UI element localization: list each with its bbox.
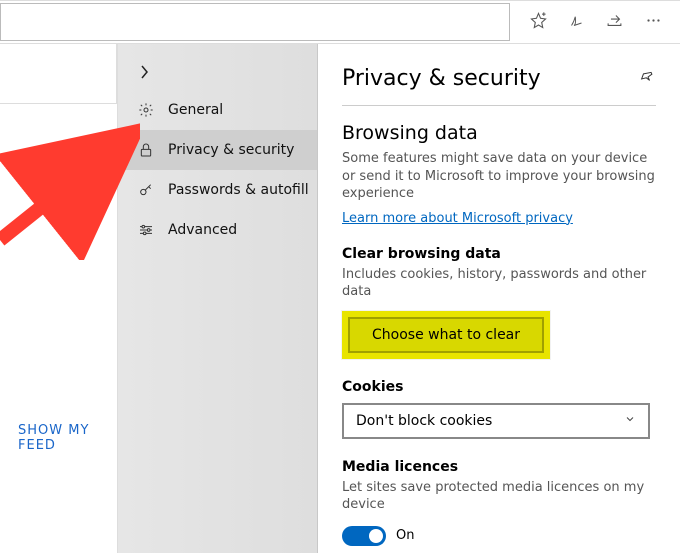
address-bar[interactable] [0, 3, 510, 41]
settings-sidebar: General Privacy & security Passwords & a… [118, 44, 318, 553]
key-icon [138, 182, 154, 198]
clear-browsing-description: Includes cookies, history, passwords and… [342, 266, 656, 301]
cookies-heading: Cookies [342, 379, 656, 395]
sidebar-item-label: General [168, 102, 223, 118]
chevron-down-icon [624, 413, 636, 428]
media-licences-heading: Media licences [342, 459, 656, 475]
privacy-learn-more-link[interactable]: Learn more about Microsoft privacy [342, 211, 573, 226]
lock-icon [138, 142, 154, 158]
page-title: Privacy & security [342, 66, 541, 91]
section-heading: Browsing data [342, 122, 656, 144]
favorites-star-icon[interactable] [530, 12, 547, 33]
clear-browsing-heading: Clear browsing data [342, 246, 656, 262]
sidebar-item-label: Passwords & autofill [168, 182, 309, 198]
settings-content: Privacy & security Browsing data Some fe… [318, 44, 680, 553]
highlight-annotation: Choose what to clear [342, 311, 550, 359]
sliders-icon [138, 222, 154, 238]
media-licences-toggle[interactable] [342, 526, 386, 546]
page-left-strip: SHOW MY FEED [0, 44, 118, 553]
media-licences-toggle-row: On [342, 526, 656, 546]
left-white-block [0, 44, 117, 104]
media-licences-description: Let sites save protected media licences … [342, 479, 656, 514]
cookies-dropdown-value: Don't block cookies [356, 413, 492, 429]
reading-list-icon[interactable] [569, 12, 584, 33]
choose-what-to-clear-button[interactable]: Choose what to clear [348, 317, 544, 353]
sidebar-item-label: Advanced [168, 222, 237, 238]
sidebar-item-privacy-security[interactable]: Privacy & security [118, 130, 317, 170]
gear-icon [138, 102, 154, 118]
section-description: Some features might save data on your de… [342, 150, 656, 203]
sidebar-item-label: Privacy & security [168, 142, 294, 158]
browsing-data-section: Browsing data Some features might save d… [342, 122, 656, 226]
pin-icon[interactable] [640, 69, 656, 89]
cookies-dropdown[interactable]: Don't block cookies [342, 403, 650, 439]
content-header: Privacy & security [342, 66, 656, 106]
share-icon[interactable] [606, 13, 623, 32]
toggle-label: On [396, 528, 414, 543]
browser-topbar [0, 0, 680, 44]
sidebar-item-passwords-autofill[interactable]: Passwords & autofill [118, 170, 317, 210]
more-icon[interactable] [645, 12, 662, 33]
sidebar-item-general[interactable]: General [118, 90, 317, 130]
back-button[interactable] [122, 54, 166, 90]
topbar-actions [510, 12, 680, 33]
sidebar-item-advanced[interactable]: Advanced [118, 210, 317, 250]
show-my-feed-link[interactable]: SHOW MY FEED [18, 423, 117, 453]
